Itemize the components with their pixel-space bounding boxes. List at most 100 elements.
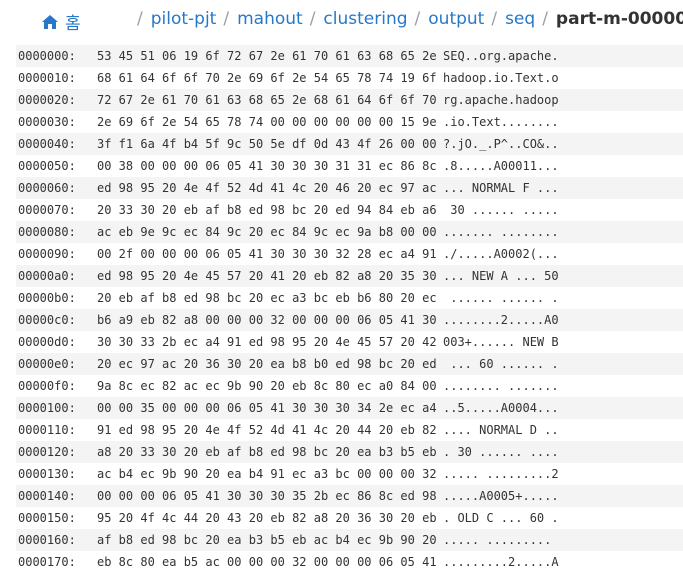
hex-dump-row: 0000090: 00 2f 00 00 00 06 05 41 30 30 30… (16, 243, 683, 265)
hex-offset: 0000130: (18, 467, 76, 481)
ascii-preview: ... NEW A ... 50 (443, 269, 559, 283)
hex-offset: 0000060: (18, 181, 76, 195)
ascii-preview: . OLD C ... 60 . (443, 511, 559, 525)
hex-dump-row: 00000c0: b6 a9 eb 82 a8 00 00 00 32 00 00… (16, 309, 683, 331)
hex-offset: 0000070: (18, 203, 76, 217)
hex-dump-row: 0000000: 53 45 51 06 19 6f 72 67 2e 61 70… (16, 45, 683, 67)
hex-offset: 0000110: (18, 423, 76, 437)
hex-dump-row: 0000020: 72 67 2e 61 70 61 63 68 65 2e 68… (16, 89, 683, 111)
ascii-preview: rg.apache.hadoop (443, 93, 559, 107)
hex-dump-row: 0000010: 68 61 64 6f 6f 70 2e 69 6f 2e 54… (16, 67, 683, 89)
hex-offset: 0000140: (18, 489, 76, 503)
hex-dump-row: 0000120: a8 20 33 30 20 eb af b8 ed 98 bc… (16, 441, 683, 463)
hex-bytes: 30 30 33 2b ec a4 91 ed 98 95 20 4e 45 5… (97, 335, 437, 349)
breadcrumb-separator: / (542, 9, 548, 29)
hex-dump-row: 0000170: eb 8c 80 ea b5 ac 00 00 00 32 00… (16, 551, 683, 573)
hex-bytes: 20 eb af b8 ed 98 bc 20 ec a3 bc eb b6 8… (97, 291, 437, 305)
hex-dump-row: 0000080: ac eb 9e 9c ec 84 9c 20 ec 84 9c… (16, 221, 683, 243)
breadcrumb-path: / pilot-pjt / mahout / clustering / outp… (130, 9, 683, 29)
ascii-preview: ..... .........2 (443, 467, 559, 481)
hex-offset: 0000000: (18, 49, 76, 63)
hex-bytes: 00 00 35 00 00 00 06 05 41 30 30 30 34 2… (97, 401, 437, 415)
hex-bytes: eb 8c 80 ea b5 ac 00 00 00 32 00 00 00 0… (97, 555, 437, 569)
hex-dump-row: 0000100: 00 00 35 00 00 00 06 05 41 30 30… (16, 397, 683, 419)
hex-bytes: 00 00 00 06 05 41 30 30 30 35 2b ec 86 8… (97, 489, 437, 503)
hex-dump-row: 0000030: 2e 69 6f 2e 54 65 78 74 00 00 00… (16, 111, 683, 133)
hex-dump-row: 0000160: af b8 ed 98 bc 20 ea b3 b5 eb ac… (16, 529, 683, 551)
hex-bytes: 00 38 00 00 00 06 05 41 30 30 30 31 31 e… (97, 159, 437, 173)
ascii-preview: 30 ...... ..... (443, 203, 559, 217)
ascii-preview: . 30 ...... .... (443, 445, 559, 459)
hex-bytes: 91 ed 98 95 20 4e 4f 52 4d 41 4c 20 44 2… (97, 423, 437, 437)
hex-bytes: a8 20 33 30 20 eb af b8 ed 98 bc 20 ea b… (97, 445, 437, 459)
breadcrumb-separator: / (309, 9, 316, 29)
ascii-preview: .8.....A00011... (443, 159, 559, 173)
ascii-preview: hadoop.io.Text.o (443, 71, 559, 85)
breadcrumb-home-label[interactable]: 홈 (65, 9, 81, 34)
hex-offset: 0000050: (18, 159, 76, 173)
ascii-preview: ...... ...... . (443, 291, 559, 305)
hex-offset: 0000120: (18, 445, 76, 459)
breadcrumb-separator: / (414, 9, 421, 29)
hex-dump-row: 00000d0: 30 30 33 2b ec a4 91 ed 98 95 20… (16, 331, 683, 353)
breadcrumb-item-mahout[interactable]: mahout (237, 9, 303, 29)
hex-offset: 0000030: (18, 115, 76, 129)
hex-offset: 0000040: (18, 137, 76, 151)
hex-offset: 0000160: (18, 533, 76, 547)
breadcrumb-item-output[interactable]: output (428, 9, 484, 29)
hex-bytes: 00 2f 00 00 00 06 05 41 30 30 30 32 28 e… (97, 247, 437, 261)
hex-bytes: 9a 8c ec 82 ac ec 9b 90 20 eb 8c 80 ec a… (97, 379, 437, 393)
ascii-preview: .io.Text........ (443, 115, 559, 129)
hex-dump-row: 0000140: 00 00 00 06 05 41 30 30 30 35 2b… (16, 485, 683, 507)
home-icon (42, 14, 58, 29)
hex-dump-row: 0000130: ac b4 ec 9b 90 20 ea b4 91 ec a3… (16, 463, 683, 485)
hex-offset: 00000a0: (18, 269, 76, 283)
hex-bytes: 53 45 51 06 19 6f 72 67 2e 61 70 61 63 6… (97, 49, 437, 63)
hex-dump-row: 00000f0: 9a 8c ec 82 ac ec 9b 90 20 eb 8c… (16, 375, 683, 397)
hex-dump-row: 00000a0: ed 98 95 20 4e 45 57 20 41 20 eb… (16, 265, 683, 287)
hex-offset: 0000090: (18, 247, 76, 261)
ascii-preview: ... 60 ...... . (443, 357, 559, 371)
hex-bytes: af b8 ed 98 bc 20 ea b3 b5 eb ac b4 ec 9… (97, 533, 437, 547)
hex-offset: 00000c0: (18, 313, 76, 327)
ascii-preview: ..5.....A0004... (443, 401, 559, 415)
hex-offset: 0000080: (18, 225, 76, 239)
ascii-preview: ........2.....A0 (443, 313, 559, 327)
hex-dump-row: 00000e0: 20 ec 97 ac 20 36 30 20 ea b8 b0… (16, 353, 683, 375)
hex-offset: 0000150: (18, 511, 76, 525)
ascii-preview: ....... ........ (443, 225, 559, 239)
ascii-preview: 003+...... NEW B (443, 335, 559, 349)
breadcrumb-home-link[interactable]: 홈 (41, 9, 81, 34)
hex-offset: 0000010: (18, 71, 76, 85)
ascii-preview: ... NORMAL F ... (443, 181, 559, 195)
hex-bytes: 2e 69 6f 2e 54 65 78 74 00 00 00 00 00 0… (97, 115, 437, 129)
breadcrumb: 홈 / pilot-pjt / mahout / clustering / ou… (0, 0, 683, 40)
hex-offset: 00000b0: (18, 291, 76, 305)
breadcrumb-item-seq[interactable]: seq (505, 9, 535, 29)
hex-offset: 00000f0: (18, 379, 76, 393)
breadcrumb-item-pilot-pjt[interactable]: pilot-pjt (151, 9, 217, 29)
hex-offset: 0000170: (18, 555, 76, 569)
hex-bytes: ac eb 9e 9c ec 84 9c 20 ec 84 9c ec 9a b… (97, 225, 437, 239)
hex-dump-row: 0000070: 20 33 30 20 eb af b8 ed 98 bc 20… (16, 199, 683, 221)
ascii-preview: SEQ..org.apache. (443, 49, 559, 63)
breadcrumb-separator: / (223, 9, 230, 29)
hex-dump-row: 0000110: 91 ed 98 95 20 4e 4f 52 4d 41 4c… (16, 419, 683, 441)
ascii-preview: ..... ......... (443, 533, 559, 547)
breadcrumb-separator: / (137, 9, 143, 29)
hex-bytes: ac b4 ec 9b 90 20 ea b4 91 ec a3 bc 00 0… (97, 467, 437, 481)
hex-bytes: 3f f1 6a 4f b4 5f 9c 50 5e df 0d 43 4f 2… (97, 137, 437, 151)
ascii-preview: ./.....A0002(... (443, 247, 559, 261)
hex-bytes: 95 20 4f 4c 44 20 43 20 eb 82 a8 20 36 3… (97, 511, 437, 525)
hex-dump-row: 00000b0: 20 eb af b8 ed 98 bc 20 ec a3 bc… (16, 287, 683, 309)
breadcrumb-current-file: part-m-00000 (555, 9, 683, 29)
breadcrumb-item-clustering[interactable]: clustering (323, 9, 407, 29)
hex-dump-row: 0000060: ed 98 95 20 4e 4f 52 4d 41 4c 20… (16, 177, 683, 199)
hex-offset: 0000020: (18, 93, 76, 107)
hex-dump-view: 0000000: 53 45 51 06 19 6f 72 67 2e 61 70… (16, 45, 683, 573)
hex-bytes: ed 98 95 20 4e 4f 52 4d 41 4c 20 46 20 e… (97, 181, 437, 195)
hex-bytes: 72 67 2e 61 70 61 63 68 65 2e 68 61 64 6… (97, 93, 437, 107)
hex-dump-row: 0000040: 3f f1 6a 4f b4 5f 9c 50 5e df 0d… (16, 133, 683, 155)
hex-offset: 00000d0: (18, 335, 76, 349)
hex-offset: 0000100: (18, 401, 76, 415)
